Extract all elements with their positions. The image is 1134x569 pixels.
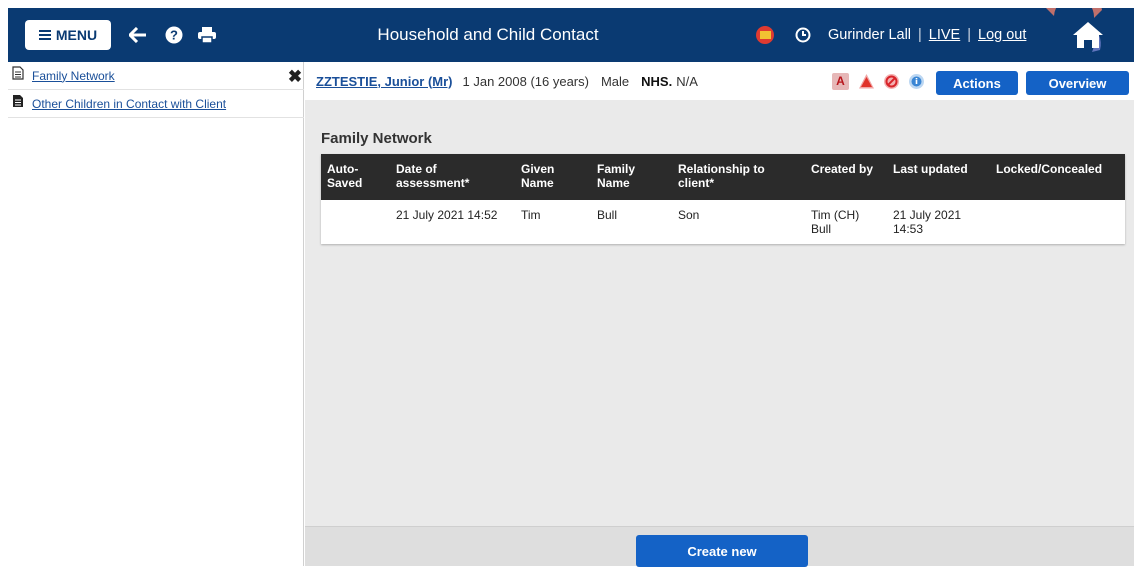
family-network-table: Auto-Saved Date of assessment* Given Nam…: [321, 154, 1125, 244]
main-panel: ZZTESTIE, Junior (Mr) 1 Jan 2008 (16 yea…: [305, 62, 1134, 567]
mail-notification-icon[interactable]: [756, 26, 774, 44]
sidebar: Family Network Other Children in Contact…: [8, 62, 304, 566]
environment-link[interactable]: LIVE: [929, 27, 960, 43]
actions-button[interactable]: Actions: [936, 71, 1018, 95]
info-icon[interactable]: [908, 73, 925, 90]
table-row[interactable]: 21 July 2021 14:52 Tim Bull Son Tim (CH)…: [321, 200, 1125, 244]
application-window: MENU ? Household and Child Contact Gurin…: [8, 8, 1134, 567]
document-filled-icon: [12, 94, 24, 113]
cell-date: 21 July 2021 14:52: [396, 208, 498, 222]
create-new-button[interactable]: Create new: [636, 535, 808, 567]
sidebar-item-label[interactable]: Other Children in Contact with Client: [32, 97, 226, 111]
user-name: Gurinder Lall: [828, 27, 912, 43]
client-name-link[interactable]: ZZTESTIE, Junior (Mr): [316, 74, 453, 89]
client-sex: Male: [600, 73, 630, 89]
nhs-value: N/A: [676, 73, 698, 89]
top-bar: MENU ? Household and Child Contact Gurin…: [8, 8, 1134, 62]
home-icon[interactable]: [1071, 20, 1105, 50]
cell-auto-saved: [321, 200, 390, 244]
column-header[interactable]: Created by: [805, 154, 887, 200]
column-header[interactable]: Family Name: [591, 154, 672, 200]
user-area: Gurinder Lall | LIVE | Log out: [828, 27, 1027, 43]
column-header[interactable]: Auto-Saved: [321, 154, 390, 200]
alert-a-icon[interactable]: A: [832, 73, 849, 90]
no-entry-icon[interactable]: [883, 73, 900, 90]
back-arrow-icon[interactable]: [126, 22, 150, 48]
hamburger-icon: [38, 27, 51, 43]
cell-given-name: Tim: [521, 208, 541, 222]
nhs-label: NHS.: [641, 73, 673, 89]
app-title: Household and Child Contact: [377, 25, 599, 44]
close-icon[interactable]: ✖: [287, 68, 303, 86]
warning-triangle-icon[interactable]: [858, 73, 875, 90]
overview-button[interactable]: Overview: [1026, 71, 1129, 95]
document-outline-icon: [12, 66, 24, 85]
sidebar-item-other-children[interactable]: Other Children in Contact with Client: [8, 90, 304, 118]
logout-link[interactable]: Log out: [978, 27, 1026, 43]
cell-created-by: Tim (CH) Bull: [811, 208, 860, 236]
sidebar-item-label[interactable]: Family Network: [32, 69, 115, 83]
column-header[interactable]: Date of assessment*: [390, 154, 515, 200]
table-header-row: Auto-Saved Date of assessment* Given Nam…: [321, 154, 1125, 200]
footer-bar: Create new: [305, 526, 1134, 567]
cell-last-updated: 21 July 2021 14:53: [893, 208, 962, 236]
column-header[interactable]: Locked/Concealed: [990, 154, 1125, 200]
menu-label: MENU: [55, 27, 98, 43]
section-title: Family Network: [321, 130, 432, 147]
help-icon[interactable]: ?: [162, 22, 186, 48]
client-bar: ZZTESTIE, Junior (Mr) 1 Jan 2008 (16 yea…: [305, 62, 1134, 100]
cell-relationship: Son: [678, 208, 700, 222]
cell-locked: [990, 200, 1125, 244]
cell-family-name: Bull: [597, 208, 618, 222]
menu-button[interactable]: MENU: [25, 20, 111, 50]
sidebar-item-family-network[interactable]: Family Network: [8, 62, 304, 90]
client-dob: 1 Jan 2008 (16 years): [462, 73, 589, 89]
column-header[interactable]: Relationship to client*: [672, 154, 805, 200]
column-header[interactable]: Given Name: [515, 154, 591, 200]
svg-text:?: ?: [170, 28, 178, 43]
clock-icon[interactable]: [795, 27, 811, 43]
column-header[interactable]: Last updated: [887, 154, 990, 200]
print-icon[interactable]: [195, 22, 219, 48]
